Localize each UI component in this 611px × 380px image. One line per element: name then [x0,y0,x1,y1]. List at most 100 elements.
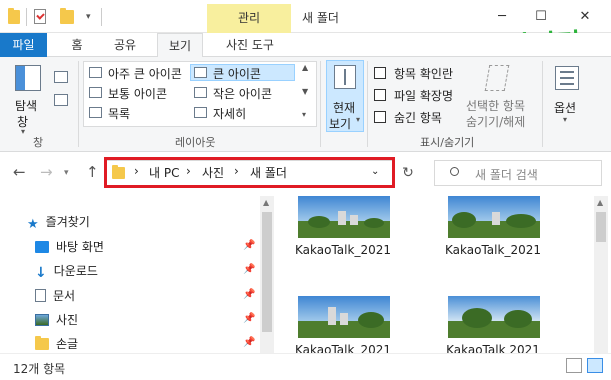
scroll-up-icon[interactable]: ▲ [263,198,269,207]
nav-item-label: 손글 [56,337,79,351]
folder-icon [35,336,49,350]
chevron-down-icon[interactable]: ▾ [21,127,25,136]
hide-selected-label2[interactable]: 숨기기/해제 [466,113,525,130]
hidden-items-label[interactable]: 숨긴 항목 [394,109,442,126]
file-name[interactable]: KakaoTalk_2021 [433,243,553,257]
pin-icon[interactable]: 📌 [243,289,255,300]
picture-icon [35,314,49,326]
nav-item-quick-access[interactable]: ★ 즐겨찾기 [27,213,90,232]
nav-item-downloads[interactable]: ↓ 다운로드 [35,262,98,281]
options-button[interactable]: 옵션 [554,99,576,116]
search-placeholder: 새 폴더 검색 [475,168,538,182]
scroll-thumb[interactable] [596,212,606,242]
layout-large-icons[interactable]: 큰 아이콘 [213,65,261,82]
context-tab-manage[interactable]: 관리 [207,4,291,33]
layout-extra-large-icons[interactable]: 아주 큰 아이콘 [108,65,182,82]
hidden-items-checkbox[interactable] [374,111,386,123]
nav-item-pictures[interactable]: 사진 [35,311,78,329]
details-icon [194,107,207,118]
navigation-pane-label[interactable]: 탐색 [15,97,37,114]
pin-icon[interactable]: 📌 [243,264,255,275]
tab-picture-tools[interactable]: 사진 도구 [209,33,291,57]
desktop-icon [35,241,49,253]
small-icons-icon [194,87,207,98]
large-icons-icon [194,67,207,78]
group-label-layout: 레이아웃 [175,136,216,149]
nav-item-documents[interactable]: 문서 [35,287,75,305]
tab-share[interactable]: 공유 [105,33,145,57]
current-view-label: 현재 [333,101,356,115]
content-scrollbar[interactable]: ▲ [594,196,608,353]
divider [542,61,543,147]
nav-item-label: 바탕 화면 [56,240,104,254]
pin-icon[interactable]: 📌 [243,313,255,324]
nav-item-desktop[interactable]: 바탕 화면 [35,238,104,256]
tab-home[interactable]: 홈 [59,33,95,57]
file-name[interactable]: KakaoTalk_2021 [283,243,403,257]
minimize-button[interactable]: ─ [492,8,512,26]
divider [320,61,321,147]
nav-item-folder[interactable]: 손글 [35,335,78,353]
file-extensions-label[interactable]: 파일 확장명 [394,87,453,104]
scroll-up-icon[interactable]: ▲ [302,63,308,72]
scroll-thumb[interactable] [262,212,272,332]
up-arrow-icon[interactable]: ↑ [86,163,99,181]
tab-view[interactable]: 보기 [157,33,203,58]
photo-thumbnail[interactable] [298,196,390,238]
layout-details[interactable]: 자세히 [213,105,246,122]
list-icon [89,107,102,118]
new-folder-icon[interactable] [60,8,74,24]
download-icon: ↓ [35,265,47,281]
item-checkboxes-label[interactable]: 항목 확인란 [394,65,453,82]
item-count: 12개 항목 [13,362,66,376]
pin-icon[interactable]: 📌 [243,337,255,348]
photo-thumbnail[interactable] [448,196,540,238]
navigation-pane-icon[interactable] [15,65,41,91]
hide-selected-icon [484,65,510,91]
refresh-icon[interactable]: ↻ [397,160,419,186]
divider [101,8,102,26]
quick-access-dropdown-icon[interactable]: ▾ [86,12,91,22]
layout-small-icons[interactable]: 작은 아이콘 [213,85,272,102]
sort-by-icon [334,65,356,89]
layout-list[interactable]: 목록 [108,105,130,122]
group-label-panes: 창 [33,136,44,149]
nav-pane-scrollbar[interactable]: ▲ [260,196,274,353]
address-highlight-box [104,157,395,188]
divider [78,61,79,147]
preview-pane-icon[interactable] [54,71,68,83]
layout-medium-icons[interactable]: 보통 아이콘 [108,85,167,102]
pin-icon[interactable]: 📌 [243,240,255,251]
forward-arrow-icon[interactable]: → [40,163,53,181]
current-view-label2: 보기 [329,117,352,131]
nav-item-label: 문서 [53,289,76,303]
back-arrow-icon[interactable]: ← [13,163,26,181]
search-input[interactable]: 새 폴더 검색 [434,160,602,186]
divider [26,8,27,26]
expand-gallery-icon[interactable]: ▾ [302,110,306,119]
divider [367,61,368,147]
scroll-down-icon[interactable]: ▼ [302,87,308,96]
details-view-button[interactable] [566,358,582,373]
options-icon [555,66,579,90]
file-extensions-checkbox[interactable] [374,89,386,101]
hide-selected-label[interactable]: 선택한 항목 [466,97,525,114]
nav-item-label: 다운로드 [53,264,98,278]
folder-icon [8,8,20,24]
tab-file[interactable]: 파일 [0,33,47,57]
search-icon [450,167,459,176]
scroll-up-icon[interactable]: ▲ [597,198,603,207]
photo-thumbnail[interactable] [448,296,540,338]
details-pane-icon[interactable] [54,94,68,106]
ribbon-tabs: 파일 홈 공유 보기 사진 도구 [0,33,611,58]
large-icons-view-button[interactable] [587,358,603,373]
recent-locations-icon[interactable]: ▾ [64,168,69,178]
photo-thumbnail[interactable] [298,296,390,338]
item-checkboxes-checkbox[interactable] [374,67,386,79]
chevron-down-icon[interactable]: ▾ [563,115,567,124]
star-icon: ★ [27,217,39,232]
status-bar [0,353,611,380]
properties-icon[interactable] [34,9,46,24]
group-label-show-hide: 표시/숨기기 [420,136,475,149]
extra-large-icons-icon [89,67,102,78]
